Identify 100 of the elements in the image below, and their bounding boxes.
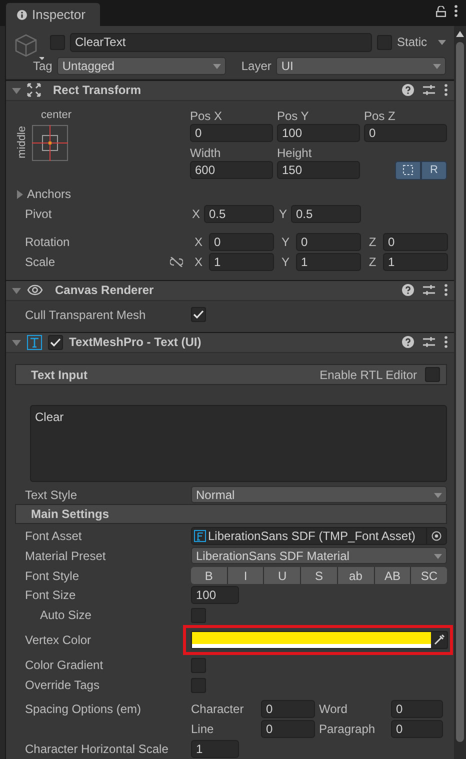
property-label: Font Asset — [25, 528, 82, 543]
property-label: Word — [319, 702, 348, 716]
axis-label: X — [193, 254, 204, 269]
number-field[interactable]: 0.5 — [291, 205, 361, 224]
property-label: Character — [191, 702, 245, 716]
component-header[interactable]: Rect Transform — [6, 80, 454, 101]
axis-label: Z — [368, 234, 378, 249]
axis-label: X — [193, 234, 204, 249]
number-field[interactable]: 1 — [296, 252, 361, 271]
kebab-menu-icon[interactable] — [444, 336, 448, 348]
sliders-icon[interactable] — [423, 84, 435, 96]
eye-icon — [27, 284, 43, 296]
font-style-toggle[interactable]: U — [264, 567, 302, 584]
property-label: Character Horizontal Scale — [25, 742, 168, 756]
blueprint-mode-button[interactable] — [395, 160, 421, 180]
section-header: Text Input Enable RTL Editor — [15, 364, 447, 386]
color-field[interactable] — [191, 631, 448, 650]
property-label: Pos X — [190, 108, 224, 123]
font-style-toggle[interactable]: S — [301, 567, 338, 584]
component-header[interactable]: TextMeshPro - Text (UI) — [6, 332, 454, 353]
kebab-menu-icon[interactable] — [454, 5, 458, 17]
property-label: Width — [190, 146, 222, 160]
number-field[interactable]: 0 — [391, 720, 443, 738]
info-icon — [17, 10, 27, 20]
checkbox[interactable] — [48, 334, 63, 350]
anchor-horizontal-label: center — [41, 108, 73, 121]
scroll-up-arrow-icon[interactable] — [456, 31, 464, 37]
sliders-icon[interactable] — [423, 284, 435, 296]
property-label: Pos Y — [277, 108, 310, 123]
property-label: Color Gradient — [25, 658, 104, 672]
number-field[interactable]: 1 — [383, 252, 448, 271]
font-style-toggle[interactable]: AB — [374, 567, 412, 584]
font-style-toggle[interactable]: SC — [411, 567, 448, 584]
property-label: Paragraph — [319, 722, 376, 736]
checkbox[interactable] — [191, 307, 206, 322]
number-field[interactable]: 0 — [261, 700, 315, 718]
help-icon[interactable] — [402, 84, 414, 96]
scrollbar-thumb[interactable] — [456, 42, 464, 742]
rect-transform-icon — [27, 83, 41, 98]
checkmark-icon — [193, 310, 204, 320]
sliders-icon[interactable] — [423, 336, 435, 348]
number-field[interactable]: 100 — [191, 586, 239, 604]
property-label: Rotation — [25, 234, 70, 249]
number-field[interactable]: 150 — [277, 160, 360, 179]
dropdown[interactable]: LiberationSans SDF Material — [191, 547, 447, 564]
number-field[interactable]: 1 — [191, 740, 239, 758]
raw-edit-button[interactable]: R — [421, 160, 447, 180]
number-field[interactable]: 0 — [383, 232, 448, 251]
help-icon[interactable] — [402, 284, 414, 296]
inspector-tab[interactable]: Inspector — [6, 3, 100, 26]
foldout-arrow-icon[interactable] — [15, 190, 24, 199]
lock-icon[interactable] — [436, 6, 446, 16]
object-field[interactable]: LiberationSans SDF (TMP_Font Asset) — [191, 526, 447, 545]
help-icon[interactable] — [402, 336, 414, 348]
number-field[interactable]: 600 — [190, 160, 273, 179]
kebab-menu-icon[interactable] — [444, 84, 448, 96]
number-field[interactable]: 0 — [391, 700, 443, 718]
anchor-preset-icon[interactable] — [32, 124, 68, 161]
number-field[interactable]: 0 — [364, 124, 447, 142]
checkbox[interactable] — [191, 658, 206, 673]
text-component-icon — [27, 334, 42, 350]
property-label: Pos Z — [364, 108, 396, 123]
caret-icon[interactable] — [438, 38, 446, 46]
foldout-arrow-icon[interactable] — [12, 86, 21, 95]
property-label: Pivot — [25, 207, 52, 222]
axis-label: Y — [278, 207, 288, 222]
number-field[interactable]: 1 — [209, 252, 274, 271]
axis-label: X — [191, 207, 201, 222]
tag-dropdown[interactable]: Untagged — [57, 57, 226, 75]
kebab-menu-icon[interactable] — [444, 284, 448, 296]
checkbox[interactable] — [376, 34, 392, 50]
font-style-toggle[interactable]: I — [228, 567, 264, 584]
property-label: Cull Transparent Mesh — [25, 308, 146, 322]
checkbox[interactable] — [425, 367, 440, 382]
unlinked-chain-icon[interactable] — [170, 256, 183, 267]
number-field[interactable]: 0 — [261, 720, 315, 738]
property-label: Scale — [25, 254, 56, 269]
property-label: Vertex Color — [25, 633, 92, 648]
foldout-arrow-icon[interactable] — [12, 286, 21, 295]
font-style-toggle[interactable]: B — [191, 567, 228, 584]
property-label: Auto Size — [39, 608, 92, 622]
number-field[interactable]: 100 — [277, 124, 360, 142]
property-label: Font Size — [25, 588, 76, 602]
foldout-arrow-icon[interactable] — [12, 338, 21, 347]
layer-dropdown[interactable]: UI — [276, 57, 446, 75]
number-field[interactable]: 0.5 — [204, 205, 274, 224]
checkbox[interactable] — [191, 608, 206, 623]
number-field[interactable]: 0 — [296, 232, 361, 251]
number-field[interactable]: 0 — [190, 124, 273, 142]
text-input-area[interactable]: Clear — [30, 405, 447, 482]
checkbox[interactable] — [191, 678, 206, 693]
dashed-rect-icon — [403, 165, 413, 176]
checkbox[interactable] — [50, 34, 65, 50]
component-header[interactable]: Canvas Renderer — [6, 280, 454, 301]
name-field[interactable]: ClearText — [70, 32, 372, 52]
property-label: Text Style — [25, 488, 78, 502]
number-field[interactable]: 0 — [209, 232, 274, 251]
anchors-label[interactable]: Anchors — [27, 187, 72, 202]
font-style-toggle[interactable]: ab — [338, 567, 375, 584]
text-style-dropdown[interactable]: Normal — [191, 486, 447, 503]
